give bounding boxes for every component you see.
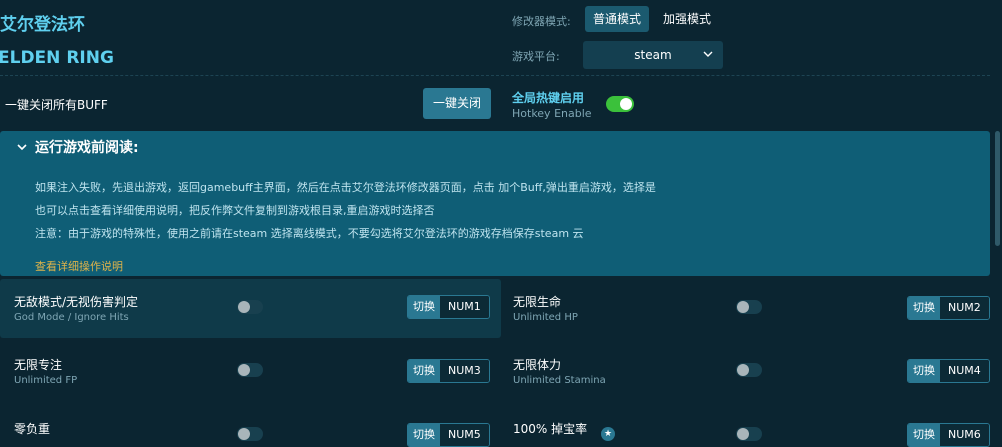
cheat-toggle[interactable] bbox=[237, 427, 263, 441]
cheat-name-en: God Mode / Ignore Hits bbox=[14, 312, 129, 323]
game-title-en: ELDEN RING bbox=[0, 48, 114, 68]
switch-label: 切换 bbox=[408, 360, 440, 382]
cheat-name: 无限生命 bbox=[513, 295, 562, 309]
hotkey-enable-label: 全局热键启用 bbox=[512, 91, 585, 105]
cheat-name: 100% 掉宝率 bbox=[513, 422, 588, 436]
cheat-name: 无限体力 bbox=[513, 358, 562, 372]
switch-label: 切换 bbox=[408, 296, 440, 318]
hotkey-key: NUM6 bbox=[940, 424, 989, 446]
cheat-name-en: Unlimited Stamina bbox=[513, 375, 606, 386]
close-all-button[interactable]: 一键关闭 bbox=[423, 88, 491, 119]
hotkey-box[interactable]: 切换 NUM4 bbox=[907, 359, 990, 383]
switch-label: 切换 bbox=[908, 297, 940, 319]
switch-label: 切换 bbox=[908, 424, 940, 446]
hotkey-key: NUM1 bbox=[440, 296, 489, 318]
hotkey-box[interactable]: 切换 NUM3 bbox=[407, 359, 490, 383]
star-icon: ★ bbox=[601, 427, 615, 441]
cheat-toggle[interactable] bbox=[237, 363, 263, 377]
game-title-cn: 艾尔登法环 bbox=[0, 15, 85, 35]
cheat-name-en: Unlimited FP bbox=[14, 375, 78, 386]
cheat-toggle[interactable] bbox=[736, 363, 762, 377]
toggle-knob bbox=[620, 98, 632, 110]
mode-enhanced-button[interactable]: 加强模式 bbox=[655, 6, 719, 32]
platform-label: 游戏平台: bbox=[512, 50, 560, 63]
cheat-name-en: Unlimited HP bbox=[513, 312, 578, 323]
platform-value: steam bbox=[634, 48, 672, 62]
hotkey-enable-toggle[interactable] bbox=[606, 96, 634, 112]
details-link[interactable]: 查看详细操作说明 bbox=[35, 258, 123, 274]
hotkey-box[interactable]: 切换 NUM5 bbox=[407, 423, 490, 447]
toggle-knob bbox=[238, 428, 250, 440]
notice-line-2: 也可以点击查看详细使用说明，把反作弊文件复制到游戏根目录,重启游戏时选择否 bbox=[35, 204, 435, 217]
scrollbar[interactable] bbox=[995, 131, 1000, 246]
hotkey-key: NUM3 bbox=[440, 360, 489, 382]
hotkey-key: NUM4 bbox=[940, 360, 989, 382]
cheat-name: 零负重 bbox=[14, 422, 51, 436]
chevron-down-icon bbox=[703, 51, 713, 57]
platform-select[interactable]: steam bbox=[583, 41, 723, 69]
toggle-knob bbox=[238, 364, 250, 376]
chevron-down-icon[interactable] bbox=[16, 141, 28, 153]
notice-line-1: 如果注入失败，先退出游戏，返回gamebuff主界面，然后在点击艾尔登法环修改器… bbox=[35, 181, 656, 194]
close-all-label: 一键关闭所有BUFF bbox=[5, 98, 108, 112]
cheat-name: 无敌模式/无视伤害判定 bbox=[14, 295, 139, 309]
mode-label: 修改器模式: bbox=[512, 15, 571, 28]
cheat-toggle[interactable] bbox=[736, 427, 762, 441]
hotkey-box[interactable]: 切换 NUM1 bbox=[407, 295, 490, 319]
toggle-knob bbox=[737, 364, 749, 376]
notice-line-3: 注意：由于游戏的特殊性，使用之前请在steam 选择离线模式，不要勾选将艾尔登法… bbox=[35, 227, 584, 240]
cheat-name: 无限专注 bbox=[14, 358, 63, 372]
header-divider bbox=[0, 75, 990, 76]
hotkey-enable-sublabel: Hotkey Enable bbox=[512, 107, 592, 120]
hotkey-key: NUM2 bbox=[940, 297, 989, 319]
cheat-toggle[interactable] bbox=[736, 300, 762, 314]
hotkey-box[interactable]: 切换 NUM2 bbox=[907, 296, 990, 320]
toggle-knob bbox=[737, 301, 749, 313]
switch-label: 切换 bbox=[408, 424, 440, 446]
cheat-toggle[interactable] bbox=[237, 300, 263, 314]
hotkey-box[interactable]: 切换 NUM6 bbox=[907, 423, 990, 447]
notice-title: 运行游戏前阅读: bbox=[35, 140, 139, 156]
hotkey-key: NUM5 bbox=[440, 424, 489, 446]
toggle-knob bbox=[238, 301, 250, 313]
switch-label: 切换 bbox=[908, 360, 940, 382]
mode-normal-button[interactable]: 普通模式 bbox=[585, 6, 650, 32]
toggle-knob bbox=[737, 428, 749, 440]
